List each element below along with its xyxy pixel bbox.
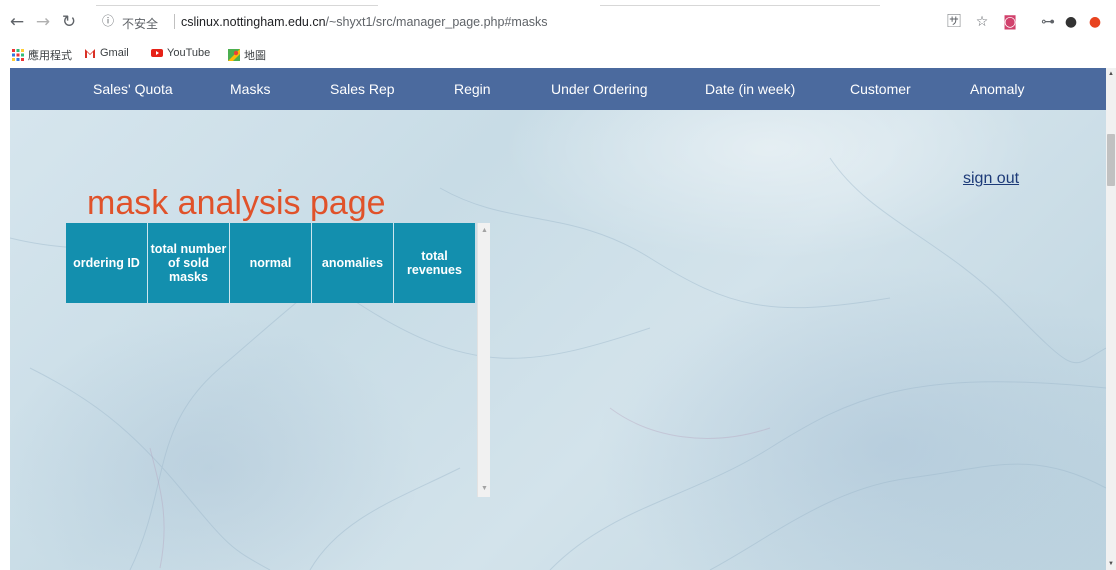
security-label: 不安全 — [122, 17, 159, 31]
nav-item-customer[interactable]: Customer — [850, 81, 911, 97]
bookmarks-bar: 應用程式 Gmail YouTube 地圖 — [0, 44, 1116, 64]
column-header-normal: normal — [230, 223, 312, 303]
bookmark-youtube[interactable]: YouTube — [151, 47, 210, 59]
scroll-up-arrow-icon[interactable]: ▲ — [478, 225, 491, 237]
nav-item-masks[interactable]: Masks — [230, 81, 270, 97]
column-header-total-sold: total number of sold masks — [148, 223, 230, 303]
table-scrollbar[interactable]: ▲ ▼ — [477, 223, 490, 497]
youtube-icon — [151, 49, 163, 57]
tab-strip — [0, 0, 1116, 6]
key-icon[interactable]: ⊶ — [1038, 12, 1058, 32]
gmail-icon — [85, 49, 95, 58]
maps-icon — [228, 49, 240, 61]
back-arrow-icon[interactable]: ← — [6, 11, 28, 33]
browser-chrome: ← → ↻ ⓘ 不安全 cslinux.nottingham.edu.cn/~s… — [0, 0, 1116, 66]
forward-arrow-icon[interactable]: → — [32, 11, 54, 33]
translate-icon[interactable]: 🈂 — [944, 12, 964, 32]
tab-edge — [600, 0, 880, 6]
bookmark-maps[interactable]: 地圖 — [228, 47, 266, 63]
address-bar[interactable]: ⓘ 不安全 cslinux.nottingham.edu.cn/~shyxt1/… — [96, 10, 906, 34]
bookmark-star-icon[interactable]: ☆ — [972, 12, 992, 32]
column-header-anomalies: anomalies — [312, 223, 394, 303]
page-title: mask analysis page — [87, 184, 386, 222]
nav-item-date-in-week[interactable]: Date (in week) — [705, 81, 795, 97]
url-host: cslinux.nottingham.edu.cn — [181, 15, 326, 29]
window-scroll-down-icon[interactable]: ▼ — [1106, 558, 1116, 570]
browser-toolbar: ← → ↻ ⓘ 不安全 cslinux.nottingham.edu.cn/~s… — [0, 8, 1116, 36]
bookmark-apps[interactable]: 應用程式 — [12, 47, 72, 63]
top-nav-bar: Sales' Quota Masks Sales Rep Regin Under… — [10, 68, 1106, 110]
nav-item-sales-quota[interactable]: Sales' Quota — [93, 81, 173, 97]
apps-grid-icon — [12, 49, 24, 61]
sign-out-link[interactable]: sign out — [963, 170, 1019, 188]
page-viewport: Sales' Quota Masks Sales Rep Regin Under… — [10, 68, 1106, 570]
scroll-down-arrow-icon[interactable]: ▼ — [478, 483, 491, 495]
mask-table-container: ordering ID total number of sold masks n… — [66, 223, 490, 497]
extension-icon[interactable]: ◙ — [1000, 12, 1020, 32]
url-path: /~shyxt1/src/manager_page.php#masks — [325, 15, 548, 29]
nav-item-under-ordering[interactable]: Under Ordering — [551, 81, 648, 97]
column-header-ordering-id: ordering ID — [66, 223, 148, 303]
bookmark-label: 應用程式 — [28, 50, 72, 62]
mask-table-header: ordering ID total number of sold masks n… — [66, 223, 475, 303]
url-text[interactable]: cslinux.nottingham.edu.cn/~shyxt1/src/ma… — [181, 15, 548, 29]
bookmark-label: YouTube — [167, 47, 211, 59]
window-scrollbar[interactable]: ▲ ▼ — [1106, 68, 1116, 570]
tab-edge — [96, 0, 378, 6]
window-scroll-up-icon[interactable]: ▲ — [1106, 68, 1116, 80]
address-divider — [174, 14, 175, 29]
nav-item-anomaly[interactable]: Anomaly — [970, 81, 1024, 97]
bookmark-label: 地圖 — [244, 50, 266, 62]
column-header-total-revenues: total revenues — [407, 249, 462, 277]
nav-item-regin[interactable]: Regin — [454, 81, 491, 97]
info-icon[interactable]: ⓘ — [102, 12, 114, 29]
window-scroll-thumb[interactable] — [1107, 134, 1115, 186]
bookmark-gmail[interactable]: Gmail — [84, 47, 129, 59]
reload-icon[interactable]: ↻ — [58, 11, 80, 33]
bookmark-label: Gmail — [100, 47, 129, 59]
nav-item-sales-rep[interactable]: Sales Rep — [330, 81, 395, 97]
opera-extension-icon[interactable]: ● — [1085, 12, 1105, 32]
profile-avatar-icon[interactable]: ● — [1061, 12, 1081, 32]
